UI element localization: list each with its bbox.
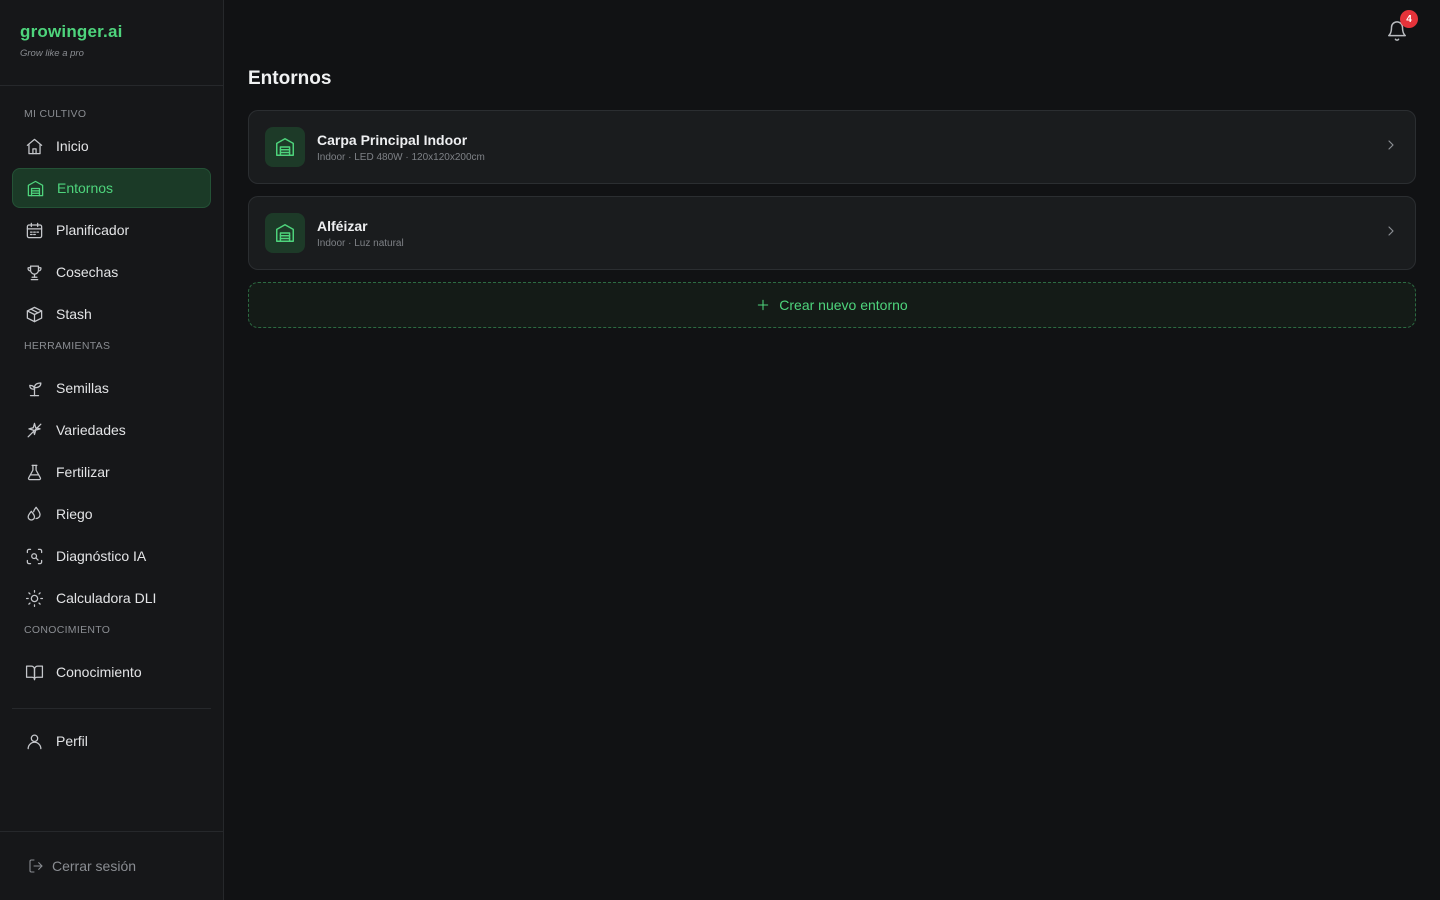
user-icon <box>24 731 44 751</box>
sidebar-item-label: Semillas <box>56 380 109 396</box>
environment-meta: Indoor · LED 480W · 120x120x200cm <box>317 151 485 163</box>
sidebar-item-label: Riego <box>56 506 93 522</box>
sidebar: growinger.ai Grow like a pro MI CULTIVO … <box>0 0 224 900</box>
environment-list: Carpa Principal Indoor Indoor · LED 480W… <box>248 110 1416 328</box>
sidebar-item-label: Inicio <box>56 138 89 154</box>
sidebar-footer-nav: Perfil <box>0 721 223 761</box>
sidebar-item-planificador[interactable]: Planificador <box>12 210 211 250</box>
logout-label: Cerrar sesión <box>52 858 137 874</box>
sidebar-item-label: Calculadora DLI <box>56 590 157 606</box>
logout-button[interactable]: Cerrar sesión <box>0 831 223 900</box>
greenhouse-icon <box>25 178 45 198</box>
page-title: Entornos <box>248 68 332 89</box>
sidebar-item-entornos[interactable]: Entornos <box>12 168 211 208</box>
greenhouse-icon <box>265 127 305 167</box>
sidebar-item-diagnostico[interactable]: Diagnóstico IA <box>12 536 211 576</box>
sidebar-item-inicio[interactable]: Inicio <box>12 126 211 166</box>
sidebar-item-label: Entornos <box>57 180 114 196</box>
book-icon <box>24 662 44 682</box>
sidebar-item-perfil[interactable]: Perfil <box>12 721 211 761</box>
home-icon <box>24 136 44 156</box>
main-content: 4 Entornos Carpa Principal Indoor Indoor… <box>224 0 1440 900</box>
brand-tagline: Grow like a pro <box>20 48 84 59</box>
sidebar-item-label: Fertilizar <box>56 464 110 480</box>
chevron-right-icon <box>1383 223 1399 244</box>
sidebar-item-riego[interactable]: Riego <box>12 494 211 534</box>
package-icon <box>24 304 44 324</box>
plus-icon <box>758 299 769 311</box>
environment-name: Alféizar <box>317 217 368 234</box>
scan-icon <box>24 546 44 566</box>
section-label-conocimiento: CONOCIMIENTO <box>24 624 111 636</box>
sidebar-item-conocimiento[interactable]: Conocimiento <box>12 652 211 692</box>
sun-icon <box>24 588 44 608</box>
sidebar-item-fertilizar[interactable]: Fertilizar <box>12 452 211 492</box>
brand: growinger.ai Grow like a pro <box>0 0 223 86</box>
sidebar-item-label: Stash <box>56 306 92 322</box>
create-environment-label: Crear nuevo entorno <box>779 297 908 313</box>
droplets-icon <box>24 504 44 524</box>
sprout-icon <box>24 378 44 398</box>
app-root: growinger.ai Grow like a pro MI CULTIVO … <box>0 0 1440 900</box>
sidebar-item-label: Perfil <box>56 733 88 749</box>
trophy-icon <box>24 262 44 282</box>
calendar-icon <box>24 220 44 240</box>
chevron-right-icon <box>1383 137 1399 158</box>
create-environment-button[interactable]: Crear nuevo entorno <box>248 282 1416 328</box>
sidebar-nav: MI CULTIVO Inicio Entornos Planificador … <box>0 86 223 692</box>
greenhouse-icon <box>265 213 305 253</box>
notification-badge: 4 <box>1400 10 1418 28</box>
logout-icon <box>29 859 43 873</box>
sidebar-item-cosechas[interactable]: Cosechas <box>12 252 211 292</box>
environment-card[interactable]: Alféizar Indoor · Luz natural <box>248 196 1416 270</box>
environment-info: Carpa Principal Indoor Indoor · LED 480W… <box>317 132 1383 163</box>
brand-name[interactable]: growinger.ai <box>20 22 203 42</box>
sidebar-item-semillas[interactable]: Semillas <box>12 368 211 408</box>
flask-icon <box>24 462 44 482</box>
sidebar-item-calculadora[interactable]: Calculadora DLI <box>12 578 211 618</box>
section-label-herramientas: HERRAMIENTAS <box>24 340 111 352</box>
sidebar-item-stash[interactable]: Stash <box>12 294 211 334</box>
sidebar-item-label: Cosechas <box>56 264 119 280</box>
sidebar-item-label: Diagnóstico IA <box>56 548 147 564</box>
section-label-mi-cultivo: MI CULTIVO <box>24 108 87 120</box>
environment-meta: Indoor · Luz natural <box>317 237 404 249</box>
sidebar-item-variedades[interactable]: Variedades <box>12 410 211 450</box>
environment-info: Alféizar Indoor · Luz natural <box>317 218 1383 249</box>
environment-name: Carpa Principal Indoor <box>317 131 468 148</box>
notifications-button[interactable]: 4 <box>1386 10 1418 42</box>
sidebar-item-label: Conocimiento <box>56 664 142 680</box>
sidebar-item-label: Planificador <box>56 222 130 238</box>
environment-card[interactable]: Carpa Principal Indoor Indoor · LED 480W… <box>248 110 1416 184</box>
sidebar-item-label: Variedades <box>56 422 126 438</box>
dna-icon <box>24 420 44 440</box>
